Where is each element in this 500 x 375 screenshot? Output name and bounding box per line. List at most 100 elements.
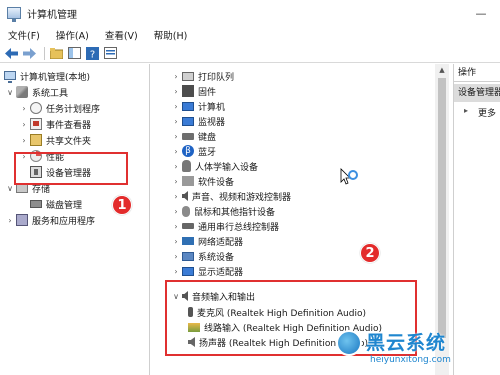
back-arrow-icon — [5, 47, 18, 59]
actions-section-device-manager[interactable]: 设备管理器 — [454, 84, 500, 102]
collapse-chevron-icon[interactable]: › — [172, 162, 180, 171]
device-category-label: 固件 — [198, 87, 217, 98]
help-icon: ? — [86, 46, 99, 60]
tree-node-shared-folders[interactable]: › 共享文件夹 — [20, 132, 91, 148]
device-category-label: 显示适配器 — [198, 267, 244, 278]
device-category-software-devices[interactable]: › 软件设备 — [172, 173, 234, 189]
device-category-network[interactable]: › 网络适配器 — [172, 233, 243, 249]
collapse-chevron-icon[interactable]: › — [172, 207, 180, 216]
device-category-label: 鼠标和其他指针设备 — [194, 207, 276, 218]
device-category-label: 蓝牙 — [198, 147, 217, 158]
tree-node-services-apps[interactable]: › 服务和应用程序 — [6, 212, 95, 228]
annotation-badge-2: 2 — [360, 243, 380, 263]
device-category-label: 通用串行总线控制器 — [198, 222, 280, 233]
window-title: 计算机管理 — [27, 9, 77, 21]
tree-node-label: 计算机管理(本地) — [20, 72, 91, 83]
show-hide-tree-button[interactable] — [67, 46, 82, 61]
scroll-up-arrow-icon[interactable]: ▲ — [435, 64, 449, 76]
scrollbar-thumb[interactable] — [438, 78, 446, 338]
device-category-mice[interactable]: › 鼠标和其他指针设备 — [172, 203, 275, 219]
annotation-badge-1: 1 — [112, 195, 132, 215]
device-category-computer[interactable]: › 计算机 — [172, 98, 225, 114]
computer-management-icon — [7, 7, 21, 22]
collapse-chevron-icon[interactable]: › — [172, 87, 180, 96]
monitor-icon — [182, 116, 194, 126]
usb-icon — [182, 223, 194, 229]
collapse-chevron-icon[interactable]: › — [172, 177, 180, 186]
tree-node-task-scheduler[interactable]: › 任务计划程序 — [20, 100, 100, 116]
computer-icon — [4, 70, 16, 83]
expand-chevron-icon[interactable]: ∨ — [6, 184, 14, 193]
device-category-system[interactable]: › 系统设备 — [172, 248, 234, 264]
loading-cursor-icon — [340, 168, 360, 189]
watermark: 黑云系统 heiyunxitong.com — [336, 328, 500, 375]
tree-node-system-tools[interactable]: ∨ 系统工具 — [6, 84, 68, 100]
up-folder-button[interactable] — [49, 46, 64, 61]
tree-node-root[interactable]: 计算机管理(本地) — [4, 68, 90, 84]
svg-text:?: ? — [90, 49, 95, 60]
device-category-monitors[interactable]: › 监视器 — [172, 113, 225, 129]
collapse-chevron-icon[interactable]: › — [172, 132, 180, 141]
clock-icon — [30, 102, 42, 114]
computer-icon — [182, 101, 194, 111]
properties-icon — [104, 47, 117, 59]
collapse-chevron-icon[interactable]: › — [172, 222, 180, 231]
forward-button[interactable] — [22, 46, 37, 61]
device-category-label: 软件设备 — [198, 177, 235, 188]
help-button[interactable]: ? — [85, 46, 100, 61]
tree-node-event-viewer[interactable]: › 事件查看器 — [20, 116, 91, 132]
software-device-icon — [182, 176, 194, 186]
menu-view[interactable]: 查看(V) — [97, 28, 146, 42]
collapse-chevron-icon[interactable]: › — [6, 216, 14, 225]
services-icon — [16, 214, 28, 226]
minimize-button[interactable]: — — [462, 0, 500, 26]
collapse-chevron-icon[interactable]: › — [172, 72, 180, 81]
collapse-chevron-icon[interactable]: › — [172, 102, 180, 111]
collapse-chevron-icon[interactable]: › — [20, 104, 28, 113]
collapse-chevron-icon[interactable]: › — [20, 136, 28, 145]
device-category-usb[interactable]: › 通用串行总线控制器 — [172, 218, 279, 234]
menu-help[interactable]: 帮助(H) — [146, 28, 196, 42]
more-actions-link[interactable]: 更多 — [478, 106, 496, 119]
mouse-icon — [182, 205, 190, 217]
device-category-bluetooth[interactable]: › β 蓝牙 — [172, 143, 216, 159]
system-device-icon — [182, 251, 194, 261]
device-category-firmware[interactable]: › 固件 — [172, 83, 216, 99]
bluetooth-icon: β — [182, 145, 194, 157]
menu-file[interactable]: 文件(F) — [0, 28, 48, 42]
watermark-url: heiyunxitong.com — [370, 355, 451, 365]
device-category-label: 网络适配器 — [198, 237, 244, 248]
printer-icon — [182, 71, 194, 81]
annotation-box-device-manager — [14, 152, 128, 185]
window-controls: — — [462, 0, 500, 26]
properties-button[interactable] — [103, 46, 118, 61]
actions-header: 操作 — [454, 64, 500, 82]
device-category-keyboards[interactable]: › 键盘 — [172, 128, 216, 144]
collapse-chevron-icon[interactable]: › — [20, 120, 28, 129]
toolbar-separator — [44, 46, 45, 60]
tree-node-disk-management[interactable]: 磁盘管理 — [30, 196, 82, 212]
device-category-sound-video[interactable]: › 声音、视频和游戏控制器 — [172, 188, 291, 204]
device-category-label: 监视器 — [198, 117, 226, 128]
device-category-hid[interactable]: › 人体学输入设备 — [172, 158, 258, 174]
collapse-chevron-icon[interactable]: › — [172, 147, 180, 156]
tree-node-label: 系统工具 — [32, 88, 69, 99]
device-category-label: 计算机 — [198, 102, 226, 113]
back-button[interactable] — [4, 46, 19, 61]
tree-node-label: 磁盘管理 — [46, 200, 83, 211]
collapse-chevron-icon[interactable]: › — [172, 237, 180, 246]
device-category-display[interactable]: › 显示适配器 — [172, 263, 243, 279]
event-log-icon — [30, 118, 42, 130]
toolbar: ? — [0, 44, 500, 63]
menu-action[interactable]: 操作(A) — [48, 28, 97, 42]
collapse-chevron-icon[interactable]: › — [172, 267, 180, 276]
collapse-chevron-icon[interactable]: › — [172, 252, 180, 261]
tree-node-label: 事件查看器 — [46, 120, 92, 131]
expand-chevron-icon[interactable]: ∨ — [6, 88, 14, 97]
title-bar: 计算机管理 — — [0, 0, 500, 26]
device-category-label: 键盘 — [198, 132, 217, 143]
collapse-chevron-icon[interactable]: › — [172, 117, 180, 126]
display-adapter-icon — [182, 266, 194, 276]
device-category-print-queues[interactable]: › 打印队列 — [172, 68, 234, 84]
collapse-chevron-icon[interactable]: › — [172, 192, 180, 201]
